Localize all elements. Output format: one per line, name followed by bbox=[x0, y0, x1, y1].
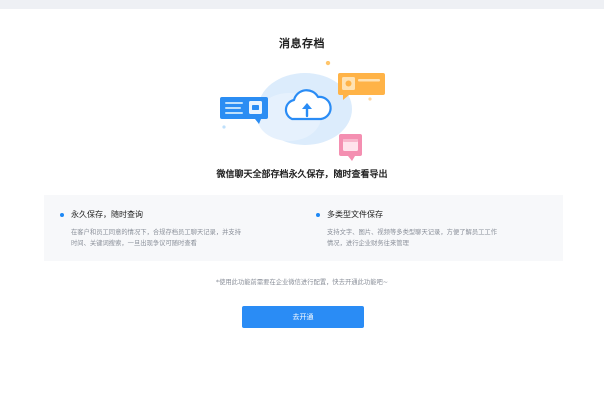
feature-title: 永久保存，随时查询 bbox=[71, 210, 143, 219]
feature-description-line: 情况，进行企业财务往来管理 bbox=[327, 240, 409, 247]
feature-description-line: 在客户和员工同意的情况下，合规存档员工聊天记录，并支持 bbox=[71, 229, 242, 236]
bullet-dot-icon bbox=[60, 212, 64, 217]
feature-title: 多类型文件保存 bbox=[327, 210, 383, 219]
hero-subtitle: 微信聊天全部存档永久保存，随时查看导出 bbox=[216, 170, 388, 180]
feature-description-line: 时间、关键词搜索，一旦出现争议可随时查看 bbox=[71, 240, 197, 247]
decor-dot bbox=[222, 125, 226, 129]
page-title: 消息存档 bbox=[279, 37, 325, 50]
decor-dot bbox=[325, 60, 331, 66]
cloud-upload-icon bbox=[257, 73, 352, 145]
top-bar bbox=[0, 0, 604, 9]
image-file-icon bbox=[338, 73, 385, 100]
feature-description-line: 支持文字、图片、视频等多类型聊天记录，方便了解员工工作 bbox=[327, 229, 498, 236]
archive-illustration bbox=[215, 60, 395, 161]
decor-dot bbox=[368, 97, 372, 101]
bullet-dot-icon bbox=[316, 212, 320, 217]
feature-panel: 永久保存，随时查询 在客户和员工同意的情况下，合规存档员工聊天记录，并支持 时间… bbox=[44, 195, 563, 261]
config-note: *使用此功能前需要在企业微信进行配置，快去开通此功能吧~ bbox=[215, 279, 389, 286]
feature-description: 支持文字、图片、视频等多类型聊天记录，方便了解员工工作 情况，进行企业财务往来管… bbox=[327, 227, 548, 249]
enable-feature-button[interactable]: 去开通 bbox=[242, 306, 364, 328]
feature-description: 在客户和员工同意的情况下，合规存档员工聊天记录，并支持 时间、关键词搜索，一旦出… bbox=[71, 227, 290, 249]
folder-file-icon bbox=[339, 134, 362, 161]
feature-item-permanent-storage: 永久保存，随时查询 在客户和员工同意的情况下，合规存档员工聊天记录，并支持 时间… bbox=[60, 209, 290, 249]
feature-item-multi-type-files: 多类型文件保存 支持文字、图片、视频等多类型聊天记录，方便了解员工工作 情况，进… bbox=[316, 209, 548, 249]
message-archive-page: 消息存档 微信聊天全部存档永久保存，随时查看导出 永久保存，随时查询 在客户和员… bbox=[0, 9, 604, 400]
